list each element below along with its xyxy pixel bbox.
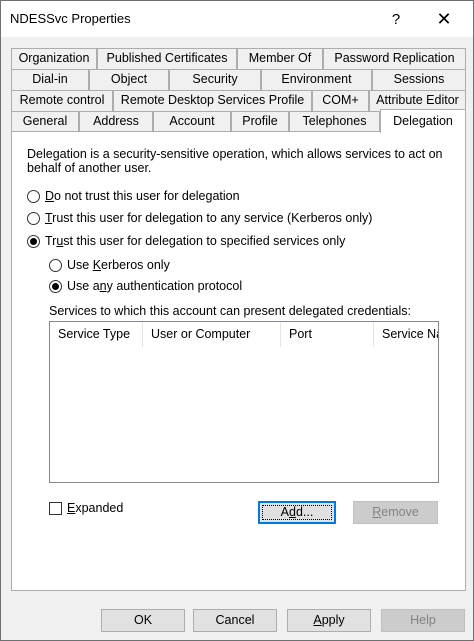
radio-label-do-not-trust: Do not trust this user for delegation [45,189,240,203]
column-service-type[interactable]: Service Type [50,322,143,347]
cancel-button-label: Cancel [215,613,255,627]
properties-window: NDESSvc Properties ? ✕ Organization Publ… [0,0,474,641]
close-icon[interactable]: ✕ [421,1,467,37]
delegation-description: Delegation is a security-sensitive opera… [27,147,443,175]
accelerator-d: d [289,505,296,519]
label-rest: y authentication protocol [106,279,243,293]
tab-address[interactable]: Address [79,111,153,132]
accelerator-k: K [92,258,102,272]
services-label: Services to which this account can prese… [49,304,412,318]
label-rest: pply [321,613,345,627]
radio-label-any-auth: Use any authentication protocol [67,279,242,293]
tab-password-replication[interactable]: Password Replication [323,48,466,69]
tab-sessions[interactable]: Sessions [372,69,466,90]
radio-do-not-trust[interactable]: Do not trust this user for delegation [27,189,240,203]
tab-object[interactable]: Object [89,69,169,90]
label-rest: emove [381,505,419,519]
tab-telephones[interactable]: Telephones [289,111,380,132]
column-port[interactable]: Port [281,322,374,347]
column-user-or-computer[interactable]: User or Computer [143,322,281,347]
tab-published-certificates[interactable]: Published Certificates [97,48,237,69]
window-title: NDESSvc Properties [10,11,131,26]
label-rest: rust this user for delegation to any ser… [52,211,373,225]
radio-any-auth-protocol[interactable]: Use any authentication protocol [49,279,242,293]
accelerator-n: n [99,279,107,293]
accelerator-r: R [372,505,382,519]
radio-kerberos-only[interactable]: Use Kerberos only [49,258,170,272]
radio-label-trust-specified: Trust this user for delegation to specif… [45,234,345,248]
radio-button-any-auth[interactable] [49,279,62,293]
cancel-button[interactable]: Cancel [193,609,277,632]
radio-button-trust-specified[interactable] [27,234,40,248]
radio-label-trust-any: Trust this user for delegation to any se… [45,211,372,225]
accelerator-a: A [313,613,322,627]
ok-button[interactable]: OK [101,609,185,632]
tab-security[interactable]: Security [169,69,261,90]
radio-button-do-not-trust[interactable] [27,189,40,203]
tab-organization[interactable]: Organization [11,48,97,69]
radio-trust-any-service[interactable]: Trust this user for delegation to any se… [27,211,372,225]
tab-attribute-editor[interactable]: Attribute Editor [369,90,466,111]
tab-delegation[interactable]: Delegation [380,109,466,133]
ok-button-label: OK [133,613,153,627]
radio-button-trust-any[interactable] [27,211,40,225]
help-button[interactable]: Help [381,609,465,632]
delegation-panel: Delegation is a security-sensitive opera… [11,131,466,591]
expanded-checkbox-row[interactable]: Expanded [49,501,123,515]
tab-environment[interactable]: Environment [261,69,372,90]
label-rest: st this user for delegation to specified… [63,234,346,248]
expanded-label: Expanded [67,501,123,515]
radio-trust-specified-services[interactable]: Trust this user for delegation to specif… [27,234,345,248]
help-icon[interactable]: ? [373,1,419,37]
help-button-label: Help [410,613,436,627]
label-pre: Use [67,258,93,272]
tab-dial-in[interactable]: Dial-in [11,69,89,90]
tab-member-of[interactable]: Member Of [237,48,323,69]
label-pre: A [280,505,289,519]
accelerator-d: D [45,189,55,203]
tab-com-plus[interactable]: COM+ [312,90,369,111]
tab-account[interactable]: Account [153,111,231,132]
label-rest: o not trust this user for delegation [54,189,240,203]
tab-remote-desktop-services-profile[interactable]: Remote Desktop Services Profile [113,90,312,111]
apply-button-label: Apply [313,613,344,627]
title-bar: NDESSvc Properties ? ✕ [1,1,473,37]
remove-button-label: Remove [372,505,419,519]
services-list-header: Service Type User or Computer Port Servi… [50,322,438,347]
label-rest: xpanded [75,501,124,515]
label-pre: Tr [45,234,57,248]
add-button-label: Add... [281,505,314,519]
label-rest: d... [295,505,314,519]
apply-button[interactable]: Apply [287,609,371,632]
tab-general[interactable]: General [11,111,79,132]
services-list[interactable]: Service Type User or Computer Port Servi… [49,321,439,483]
radio-button-kerberos-only[interactable] [49,258,62,272]
tab-profile[interactable]: Profile [231,111,289,132]
label-rest: erberos only [101,258,170,272]
add-button[interactable]: Add... [258,501,336,524]
expanded-checkbox[interactable] [49,501,62,515]
column-service-name[interactable]: Service Na [374,322,438,347]
label-pre: Use a [67,279,100,293]
tab-remote-control[interactable]: Remote control [11,90,113,111]
radio-label-kerberos-only: Use Kerberos only [67,258,170,272]
remove-button[interactable]: Remove [353,501,438,524]
